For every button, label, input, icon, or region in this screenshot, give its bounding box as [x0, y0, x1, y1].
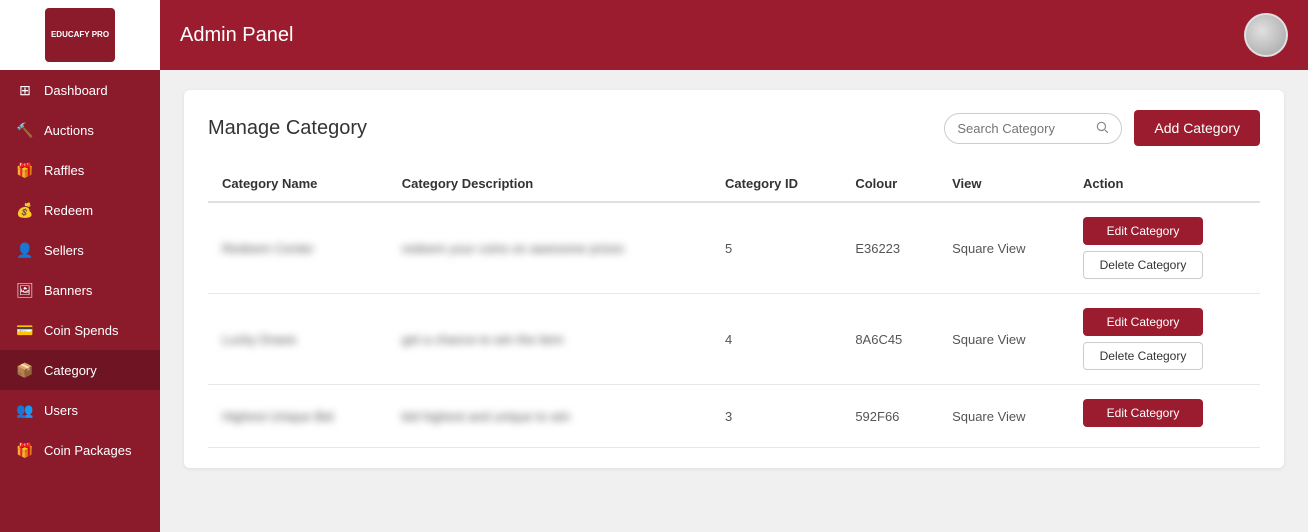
table-column-colour: Colour: [841, 166, 938, 202]
sidebar-item-coin-packages[interactable]: 🎁 Coin Packages: [0, 430, 160, 470]
auctions-icon: 🔨: [16, 121, 34, 139]
td-category-name: Lucky Draws: [208, 294, 388, 385]
sidebar-nav: ⊞ Dashboard 🔨 Auctions 🎁 Raffles 💰 Redee…: [0, 70, 160, 532]
td-category-name: Highest Unique Bid: [208, 385, 388, 448]
add-category-button[interactable]: Add Category: [1134, 110, 1260, 146]
table-row: Lucky Drawsget a chance to win the item4…: [208, 294, 1260, 385]
td-category-desc: redeem your coins on awesome prizes: [388, 202, 711, 294]
sidebar-item-coin-spends[interactable]: 💳 Coin Spends: [0, 310, 160, 350]
sidebar-item-label: Banners: [44, 283, 92, 298]
table-body: Redeem Centerredeem your coins on awesom…: [208, 202, 1260, 448]
logo: EDUCAFY PRO: [45, 8, 115, 62]
raffles-icon: 🎁: [16, 161, 34, 179]
sidebar-item-label: Category: [44, 363, 97, 378]
table-header-row: Category NameCategory DescriptionCategor…: [208, 166, 1260, 202]
manage-header: Manage Category Add Category: [208, 110, 1260, 146]
sidebar-item-redeem[interactable]: 💰 Redeem: [0, 190, 160, 230]
sidebar-logo: EDUCAFY PRO: [0, 0, 160, 70]
page-title: Manage Category: [208, 117, 367, 140]
category-icon: 📦: [16, 361, 34, 379]
sidebar-item-label: Sellers: [44, 243, 84, 258]
edit-category-button[interactable]: Edit Category: [1083, 217, 1203, 245]
td-action: Edit Category: [1069, 385, 1260, 448]
sidebar-item-label: Coin Spends: [44, 323, 118, 338]
search-input[interactable]: [957, 121, 1087, 136]
header-actions: Add Category: [944, 110, 1260, 146]
table-column-view: View: [938, 166, 1069, 202]
td-action: Edit Category Delete Category: [1069, 202, 1260, 294]
sidebar-item-label: Coin Packages: [44, 443, 131, 458]
table-row: Redeem Centerredeem your coins on awesom…: [208, 202, 1260, 294]
users-icon: 👥: [16, 401, 34, 419]
banners-icon: 🖼: [16, 281, 34, 299]
td-category-id: 3: [711, 385, 841, 448]
table-column-category-description: Category Description: [388, 166, 711, 202]
avatar-image: [1246, 13, 1286, 57]
td-action: Edit Category Delete Category: [1069, 294, 1260, 385]
edit-category-button[interactable]: Edit Category: [1083, 308, 1203, 336]
main-area: Admin Panel Manage Category: [160, 0, 1308, 532]
coin-packages-icon: 🎁: [16, 441, 34, 459]
td-category-name: Redeem Center: [208, 202, 388, 294]
td-colour: 8A6C45: [841, 294, 938, 385]
sidebar-item-auctions[interactable]: 🔨 Auctions: [0, 110, 160, 150]
delete-category-button[interactable]: Delete Category: [1083, 251, 1203, 279]
coin-spends-icon: 💳: [16, 321, 34, 339]
table-header: Category NameCategory DescriptionCategor…: [208, 166, 1260, 202]
sidebar-item-category[interactable]: 📦 Category: [0, 350, 160, 390]
sidebar-item-label: Users: [44, 403, 78, 418]
search-icon: [1095, 120, 1109, 137]
td-colour: E36223: [841, 202, 938, 294]
delete-category-button[interactable]: Delete Category: [1083, 342, 1203, 370]
td-category-id: 5: [711, 202, 841, 294]
td-category-id: 4: [711, 294, 841, 385]
dashboard-icon: ⊞: [16, 81, 34, 99]
sellers-icon: 👤: [16, 241, 34, 259]
table-column-category-id: Category ID: [711, 166, 841, 202]
category-table: Category NameCategory DescriptionCategor…: [208, 166, 1260, 448]
topbar: Admin Panel: [160, 0, 1308, 70]
sidebar-item-label: Raffles: [44, 163, 84, 178]
table-row: Highest Unique Bidbid highest and unique…: [208, 385, 1260, 448]
td-colour: 592F66: [841, 385, 938, 448]
sidebar-item-raffles[interactable]: 🎁 Raffles: [0, 150, 160, 190]
sidebar: EDUCAFY PRO ⊞ Dashboard 🔨 Auctions 🎁 Raf…: [0, 0, 160, 532]
search-box: [944, 113, 1122, 144]
td-category-desc: bid highest and unique to win: [388, 385, 711, 448]
content-area: Manage Category Add Category: [160, 70, 1308, 532]
td-view: Square View: [938, 202, 1069, 294]
edit-category-button[interactable]: Edit Category: [1083, 399, 1203, 427]
sidebar-item-sellers[interactable]: 👤 Sellers: [0, 230, 160, 270]
page-card: Manage Category Add Category: [184, 90, 1284, 468]
table-column-action: Action: [1069, 166, 1260, 202]
avatar: [1244, 13, 1288, 57]
sidebar-item-dashboard[interactable]: ⊞ Dashboard: [0, 70, 160, 110]
topbar-title: Admin Panel: [180, 24, 293, 47]
category-table-container: Category NameCategory DescriptionCategor…: [208, 166, 1260, 448]
table-column-category-name: Category Name: [208, 166, 388, 202]
redeem-icon: 💰: [16, 201, 34, 219]
td-category-desc: get a chance to win the item: [388, 294, 711, 385]
td-view: Square View: [938, 385, 1069, 448]
sidebar-item-label: Auctions: [44, 123, 94, 138]
sidebar-item-users[interactable]: 👥 Users: [0, 390, 160, 430]
sidebar-item-banners[interactable]: 🖼 Banners: [0, 270, 160, 310]
td-view: Square View: [938, 294, 1069, 385]
sidebar-item-label: Redeem: [44, 203, 93, 218]
sidebar-item-label: Dashboard: [44, 83, 108, 98]
